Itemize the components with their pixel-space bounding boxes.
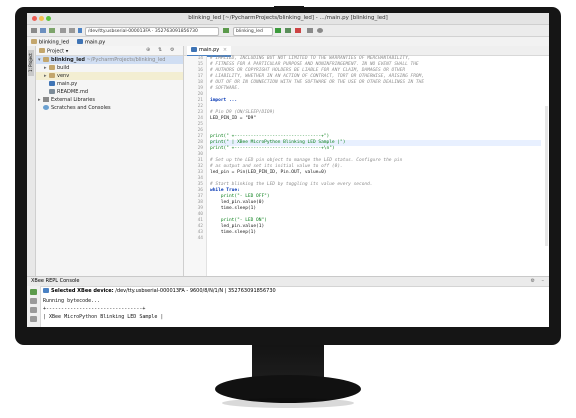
tree-item-scratches[interactable]: Scratches and Consoles — [36, 104, 183, 112]
project-view-selector[interactable]: Project ▾ — [39, 47, 69, 54]
root-path: ~/PycharmProjects/blinking_led — [86, 57, 166, 63]
tree-item-venv[interactable]: ▸ venv — [36, 72, 183, 80]
console-toolbar — [27, 286, 41, 327]
debug-icon[interactable] — [285, 28, 291, 33]
back-arrow-icon[interactable] — [60, 28, 66, 33]
folder-icon — [43, 56, 49, 62]
console-header: XBee REPL Console ⚙ – — [27, 277, 549, 287]
run-configuration-selector[interactable]: blinking_led — [233, 27, 273, 36]
folder-icon — [49, 64, 55, 70]
print-icon[interactable] — [30, 316, 37, 322]
stop-icon[interactable] — [295, 28, 301, 33]
gear-icon[interactable]: ⚙ — [170, 47, 174, 53]
console-line: +--------------------------------+ — [43, 306, 146, 312]
tree-item-build[interactable]: ▸ build — [36, 64, 183, 72]
gear-icon[interactable]: ⚙ — [531, 277, 535, 286]
console-line: | XBee MicroPython Blinking LED Sample | — [43, 314, 164, 320]
device-icon — [43, 287, 49, 293]
forward-arrow-icon[interactable] — [69, 28, 75, 33]
console-output[interactable]: Running bytecode... +-------------------… — [43, 297, 163, 321]
minimize-panel-icon[interactable]: – — [542, 277, 545, 286]
tree-item-readme[interactable]: README.md — [36, 88, 183, 96]
window-title: blinking_led [~/PycharmProjects/blinking… — [188, 15, 388, 21]
monitor-bezel: blinking_led [~/PycharmProjects/blinking… — [15, 7, 561, 345]
project-tree: ▾ blinking_led ~/PycharmProjects/blinking… — [36, 56, 183, 112]
code-area[interactable]: # IMPLIED, INCLUDING BUT NOT LIMITED TO … — [210, 56, 541, 276]
collapse-icon[interactable]: ⇅ — [158, 47, 162, 53]
project-icon — [39, 47, 45, 53]
code-editor: main.py × 14 15 16 17 18 19 20 21 22 23 … — [184, 46, 549, 276]
editor-tabs: main.py × — [184, 46, 549, 57]
selected-device-line: Selected XBee device: /dev/tty.usbserial… — [43, 287, 276, 295]
line-number-gutter: 14 15 16 17 18 19 20 21 22 23 24 25 26 2… — [184, 56, 207, 276]
chevron-down-icon: ▾ — [65, 48, 69, 54]
open-folder-icon[interactable] — [31, 28, 37, 33]
project-panel-header: Project ▾ ⊕ ⇅ ⚙ — [36, 46, 183, 56]
python-file-icon — [191, 46, 197, 52]
search-icon[interactable] — [317, 28, 323, 33]
console-line: Running bytecode... — [43, 298, 101, 304]
markdown-file-icon — [49, 88, 55, 94]
close-icon[interactable]: × — [223, 47, 227, 53]
scratches-icon — [43, 104, 49, 110]
device-icon — [78, 28, 82, 33]
build-hammer-icon[interactable] — [223, 28, 229, 33]
breadcrumb-file[interactable]: main.py — [77, 38, 105, 45]
stand-shadow — [222, 398, 354, 408]
target-icon[interactable]: ⊕ — [146, 47, 150, 53]
python-file-icon — [49, 80, 55, 86]
connect-icon[interactable] — [30, 289, 37, 295]
toolbar: /dev/tty.usbserial-000013FA · 3527630918… — [27, 25, 549, 37]
tree-item-external-libraries[interactable]: ▸ External Libraries — [36, 96, 183, 104]
editor-scrollbar[interactable] — [545, 106, 548, 246]
screen: blinking_led [~/PycharmProjects/blinking… — [27, 13, 549, 327]
sync-icon[interactable] — [49, 28, 55, 33]
project-tool-tab[interactable]: 1: Project — [28, 50, 34, 76]
scroll-end-icon[interactable] — [30, 307, 37, 313]
save-icon[interactable] — [40, 28, 46, 33]
tree-item-main-py[interactable]: main.py — [36, 80, 183, 88]
python-file-icon — [77, 38, 83, 44]
library-icon — [43, 96, 49, 102]
console-title: XBee REPL Console — [31, 278, 80, 284]
breadcrumb-project[interactable]: blinking_led — [31, 38, 69, 45]
folder-icon — [49, 72, 55, 78]
project-panel: Project ▾ ⊕ ⇅ ⚙ ▾ blinking_led ~/PycharmP… — [36, 46, 184, 276]
device-selector[interactable]: /dev/tty.usbserial-000013FA · 3527630918… — [85, 27, 219, 36]
camera-notch — [274, 6, 304, 13]
wrench-icon[interactable] — [307, 28, 313, 33]
tool-window-strip: 1: Project — [27, 46, 36, 276]
folder-icon — [31, 38, 37, 44]
repl-console-panel: XBee REPL Console ⚙ – Selected XBee devi… — [27, 276, 549, 327]
tree-item-root[interactable]: ▾ blinking_led ~/PycharmProjects/blinking… — [36, 56, 183, 64]
run-icon[interactable] — [275, 28, 281, 33]
title-bar: blinking_led [~/PycharmProjects/blinking… — [27, 13, 549, 25]
clear-icon[interactable] — [30, 298, 37, 304]
